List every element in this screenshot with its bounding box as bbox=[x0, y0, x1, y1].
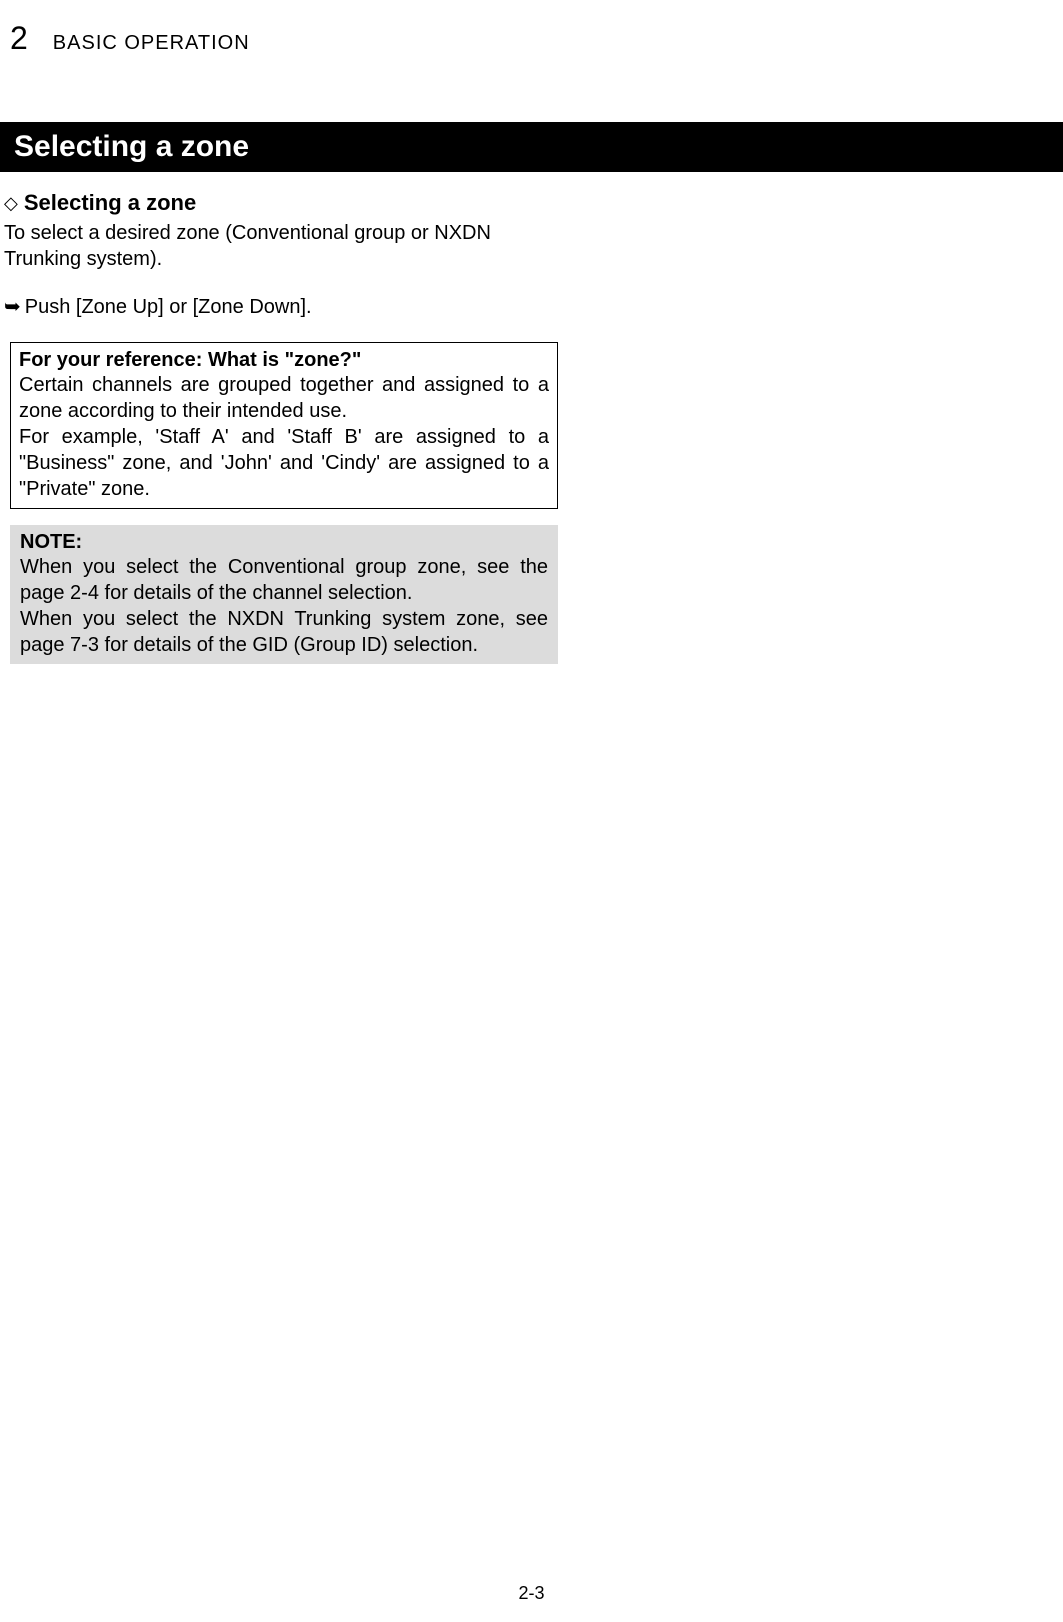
note-body-1: When you select the Conventional group z… bbox=[20, 554, 548, 606]
note-body-2: When you select the NXDN Trunking system… bbox=[20, 606, 548, 658]
instruction-text: Push [Zone Up] or [Zone Down]. bbox=[25, 294, 312, 320]
intro-text: To select a desired zone (Conventional g… bbox=[4, 220, 560, 272]
reference-box: For your reference: What is "zone?" Cert… bbox=[10, 342, 558, 509]
content-area: ◇ Selecting a zone To select a desired z… bbox=[0, 172, 560, 664]
subsection-title: Selecting a zone bbox=[24, 190, 196, 216]
reference-body-1: Certain channels are grouped together an… bbox=[19, 372, 549, 424]
reference-title: For your reference: What is "zone?" bbox=[19, 349, 549, 372]
note-box: NOTE: When you select the Conventional g… bbox=[10, 525, 558, 664]
arrow-icon: ➥ bbox=[4, 294, 21, 320]
section-banner: Selecting a zone bbox=[0, 122, 1063, 172]
subsection-heading: ◇ Selecting a zone bbox=[4, 190, 560, 216]
reference-body-2: For example, 'Staff A' and 'Staff B' are… bbox=[19, 424, 549, 502]
diamond-icon: ◇ bbox=[4, 193, 18, 214]
note-title: NOTE: bbox=[20, 531, 548, 554]
page-number: 2-3 bbox=[518, 1583, 544, 1604]
chapter-title: BASIC OPERATION bbox=[53, 32, 250, 55]
instruction-line: ➥ Push [Zone Up] or [Zone Down]. bbox=[4, 294, 560, 320]
chapter-number: 2 bbox=[10, 20, 28, 57]
page-header: 2 BASIC OPERATION bbox=[0, 0, 1063, 57]
